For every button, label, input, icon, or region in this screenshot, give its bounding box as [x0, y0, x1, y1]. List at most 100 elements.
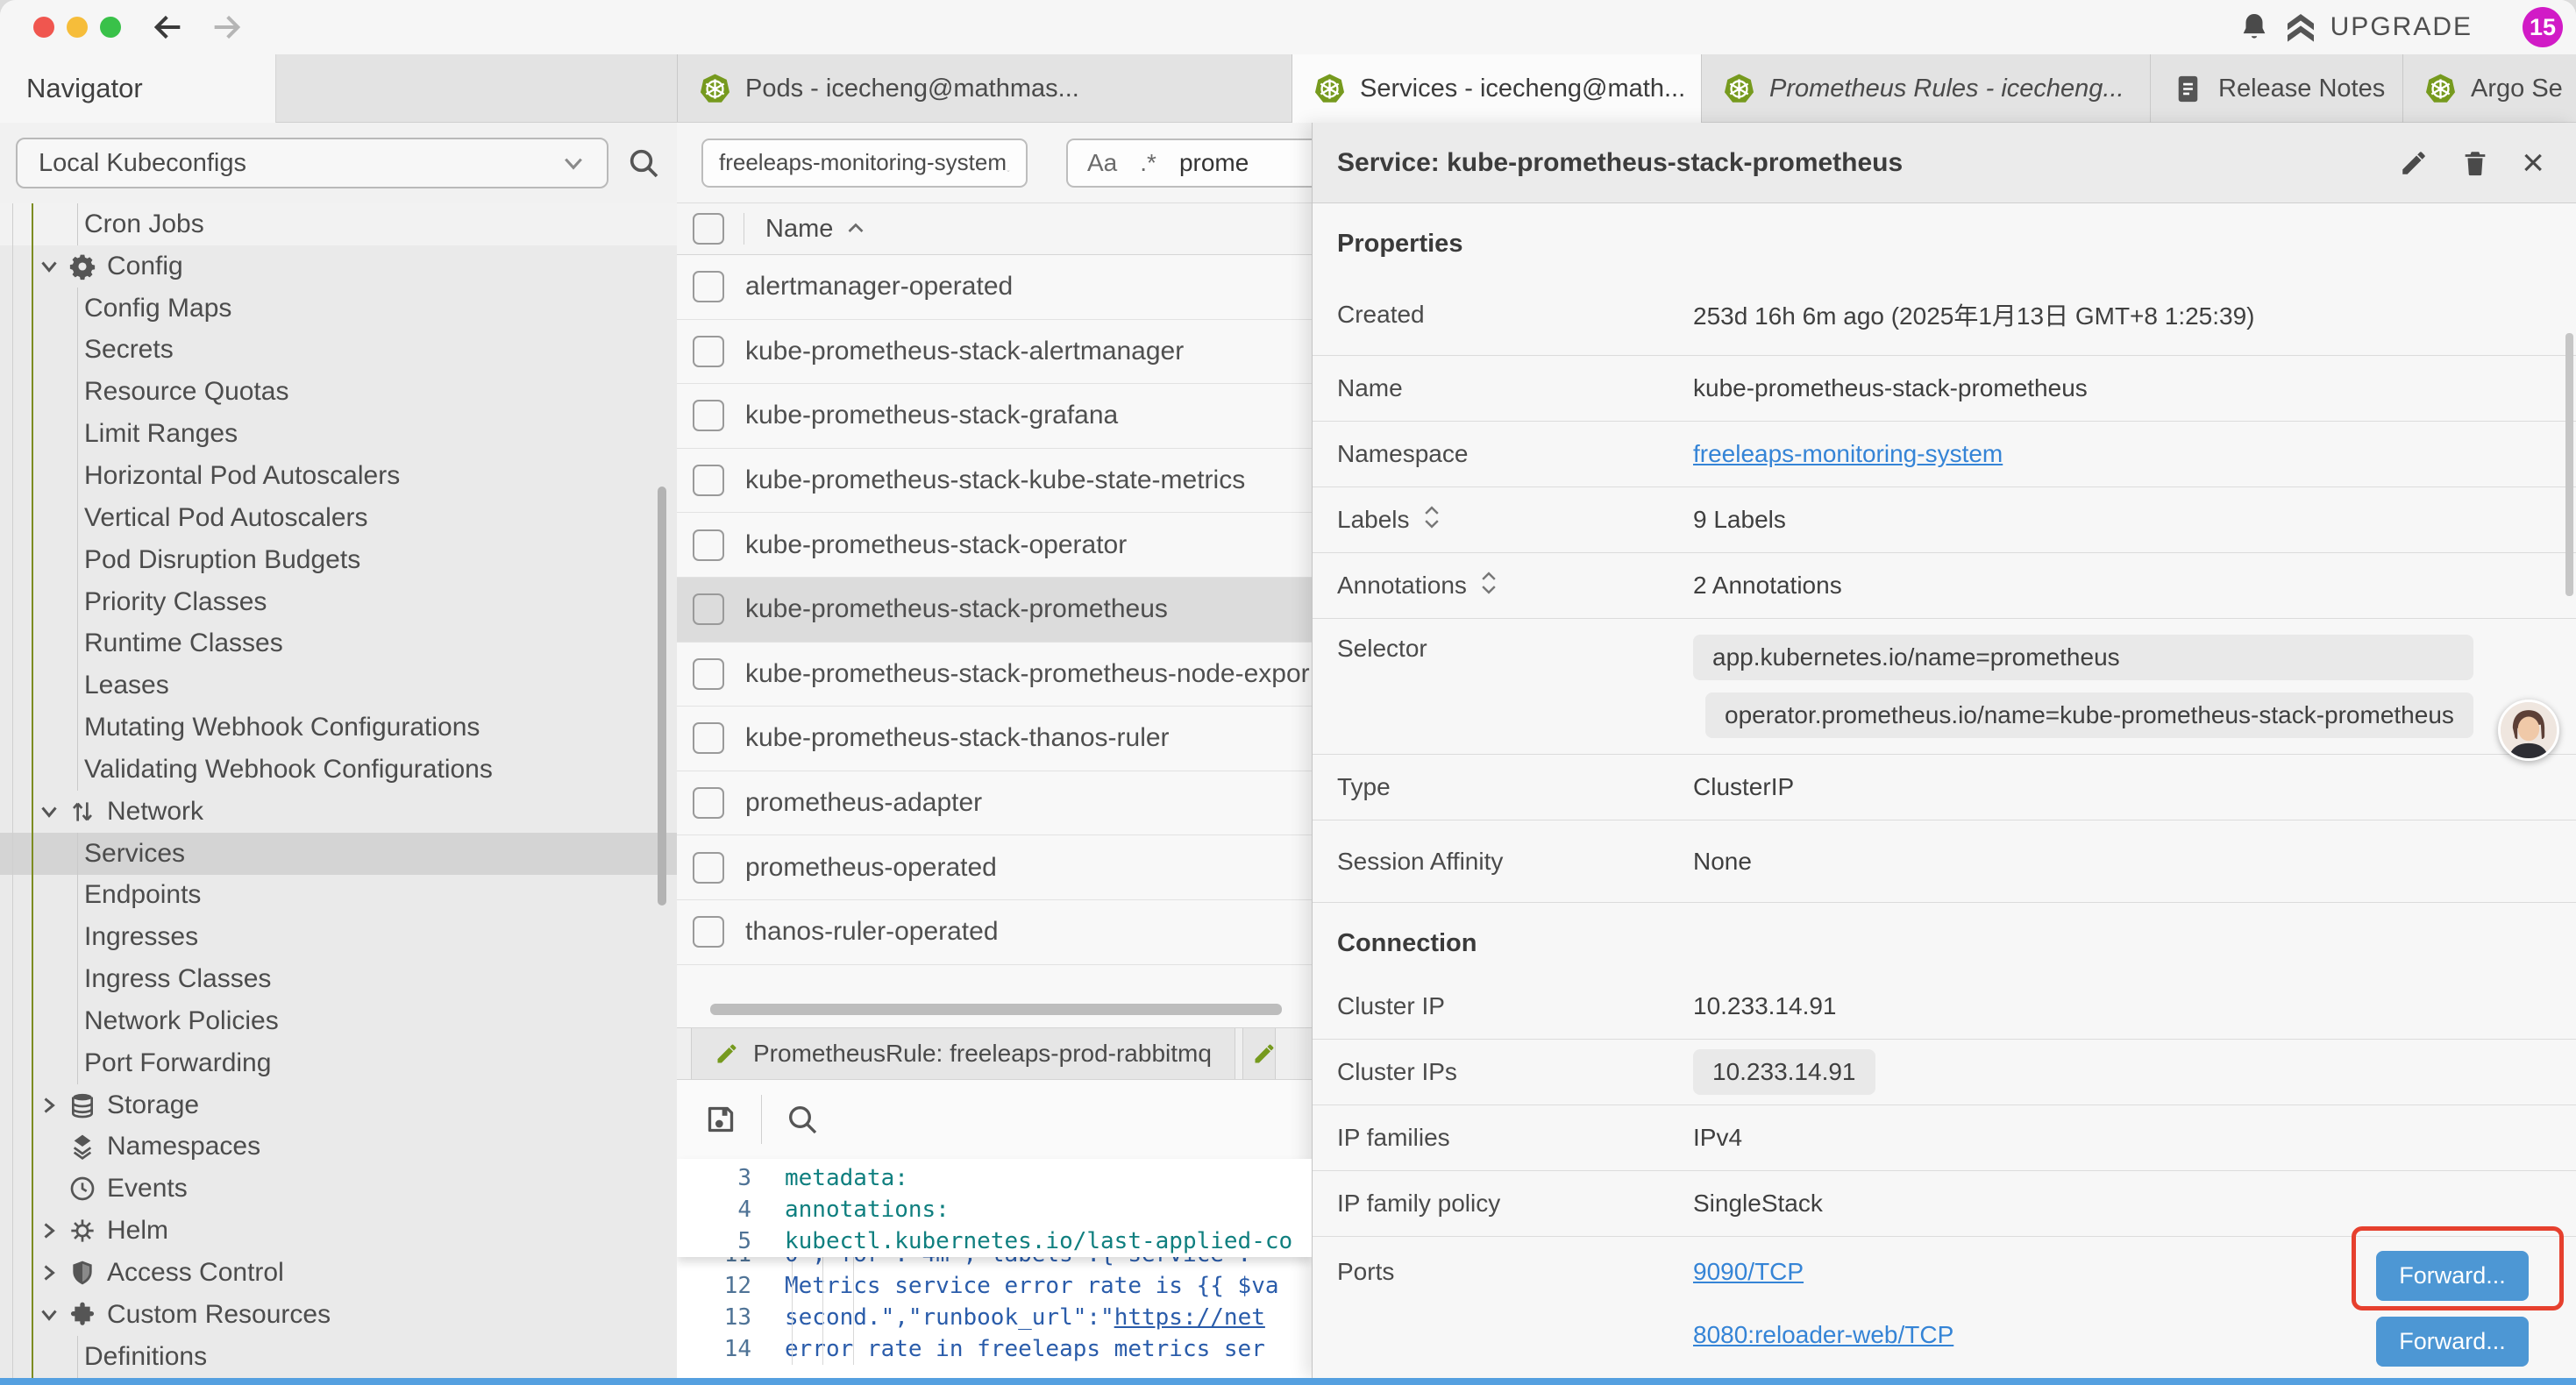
horizontal-scrollbar[interactable]	[710, 1004, 1282, 1015]
sidebar-item-leases[interactable]: Leases	[0, 664, 677, 707]
row-checkbox[interactable]	[693, 916, 724, 948]
notifications-bell-icon[interactable]	[2238, 11, 2271, 44]
row-checkbox[interactable]	[693, 787, 724, 819]
service-name: alertmanager-operated	[745, 272, 1013, 302]
tab-argo-se[interactable]: Argo Se	[2403, 54, 2576, 123]
close-icon[interactable]: ×	[2522, 144, 2544, 182]
sidebar-item-port-forwarding[interactable]: Port Forwarding	[0, 1042, 677, 1084]
sidebar-item-services[interactable]: Services	[0, 833, 677, 875]
chevron-down-icon[interactable]	[39, 799, 68, 825]
table-row-kube-prometheus-stack-prometheus-node-expor[interactable]: kube-prometheus-stack-prometheus-node-ex…	[677, 643, 1312, 707]
sidebar-item-pod-disruption-budgets[interactable]: Pod Disruption Budgets	[0, 539, 677, 581]
column-header-name[interactable]: Name	[765, 215, 866, 244]
sidebar-item-label: Resource Quotas	[84, 377, 288, 407]
table-row-kube-prometheus-stack-kube-state-metrics[interactable]: kube-prometheus-stack-kube-state-metrics	[677, 449, 1312, 514]
sidebar-item-ingresses[interactable]: Ingresses	[0, 916, 677, 958]
avatar[interactable]	[2498, 700, 2559, 761]
delete-trash-icon[interactable]	[2460, 148, 2490, 178]
forward-button-8080-reloader-web-tcp[interactable]: Forward...	[2376, 1317, 2529, 1367]
table-row-thanos-ruler-operated[interactable]: thanos-ruler-operated	[677, 900, 1312, 965]
forward-icon[interactable]	[209, 10, 244, 45]
traffic-light-minimize[interactable]	[67, 17, 88, 38]
sidebar-item-endpoints[interactable]: Endpoints	[0, 875, 677, 917]
sidebar-item-definitions[interactable]: Definitions	[0, 1336, 677, 1378]
row-checkbox[interactable]	[693, 852, 724, 884]
drawer-scrollbar[interactable]	[2565, 333, 2573, 596]
sidebar-item-validating-webhook-configurations[interactable]: Validating Webhook Configurations	[0, 749, 677, 791]
row-checkbox[interactable]	[693, 593, 724, 625]
save-icon[interactable]	[703, 1102, 738, 1137]
sidebar-item-ingress-classes[interactable]: Ingress Classes	[0, 958, 677, 1000]
port-link-9090-tcp[interactable]: 9090/TCP	[1693, 1258, 1953, 1286]
table-row-alertmanager-operated[interactable]: alertmanager-operated	[677, 255, 1312, 320]
table-row-kube-prometheus-stack-alertmanager[interactable]: kube-prometheus-stack-alertmanager	[677, 320, 1312, 385]
row-checkbox[interactable]	[693, 658, 724, 690]
sidebar-item-label: Horizontal Pod Autoscalers	[84, 461, 400, 491]
chevron-right-icon[interactable]	[39, 1092, 68, 1119]
tab-services-icecheng-math[interactable]: Services - icecheng@math...×	[1292, 54, 1702, 124]
row-checkbox[interactable]	[693, 722, 724, 754]
kubeconfig-selector[interactable]: Local Kubeconfigs	[16, 138, 608, 188]
table-row-kube-prometheus-stack-grafana[interactable]: kube-prometheus-stack-grafana	[677, 384, 1312, 449]
sidebar-item-namespaces[interactable]: Namespaces	[0, 1126, 677, 1168]
match-case-toggle[interactable]: Aa	[1087, 149, 1117, 177]
sidebar-item-events[interactable]: Events	[0, 1168, 677, 1210]
sidebar-item-custom-resources[interactable]: Custom Resources	[0, 1294, 677, 1336]
tab-pods-icecheng-mathmas[interactable]: Pods - icecheng@mathmas...	[678, 54, 1292, 123]
sidebar-item-storage[interactable]: Storage	[0, 1084, 677, 1126]
sidebar-item-resource-quotas[interactable]: Resource Quotas	[0, 371, 677, 413]
row-checkbox[interactable]	[693, 271, 724, 302]
back-icon[interactable]	[151, 10, 186, 45]
notification-count-badge[interactable]: 15	[2523, 7, 2563, 47]
drawer-body: PropertiesCreated253d 16h 6m ago (2025年1…	[1313, 203, 2576, 1378]
sidebar-item-mutating-webhook-configurations[interactable]: Mutating Webhook Configurations	[0, 707, 677, 749]
sidebar-item-config[interactable]: Config	[0, 245, 677, 288]
yaml-editor[interactable]: 3metadata:4annotations:5kubectl.kubernet…	[677, 1159, 1312, 1378]
sidebar-item-vertical-pod-autoscalers[interactable]: Vertical Pod Autoscalers	[0, 497, 677, 539]
sidebar-item-helm[interactable]: Helm	[0, 1210, 677, 1252]
sidebar-item-config-maps[interactable]: Config Maps	[0, 288, 677, 330]
sidebar-item-secrets[interactable]: Secrets	[0, 330, 677, 372]
row-checkbox[interactable]	[693, 465, 724, 496]
list-search-input[interactable]: Aa .* prome	[1066, 138, 1312, 188]
sidebar-item-runtime-classes[interactable]: Runtime Classes	[0, 622, 677, 664]
port-link-8080-reloader-web-tcp[interactable]: 8080:reloader-web/TCP	[1693, 1321, 1953, 1349]
sidebar-item-cron-jobs[interactable]: Cron Jobs	[0, 203, 677, 245]
sidebar-item-priority-classes[interactable]: Priority Classes	[0, 581, 677, 623]
table-row-prometheus-adapter[interactable]: prometheus-adapter	[677, 771, 1312, 836]
editor-tab-prometheusrule[interactable]: PrometheusRule: freeleaps-prod-rabbitmq	[691, 1028, 1235, 1079]
editor-tab-partial[interactable]	[1242, 1028, 1276, 1079]
sidebar-item-limit-ranges[interactable]: Limit Ranges	[0, 413, 677, 455]
sidebar-search-icon[interactable]	[626, 146, 661, 181]
namespace-link[interactable]: freeleaps-monitoring-system	[1693, 440, 2003, 468]
regex-toggle[interactable]: .*	[1140, 149, 1156, 177]
table-row-kube-prometheus-stack-prometheus[interactable]: kube-prometheus-stack-prometheus	[677, 578, 1312, 643]
edit-pencil-icon[interactable]	[2399, 148, 2429, 178]
chevron-right-icon[interactable]	[39, 1260, 68, 1286]
select-all-checkbox[interactable]	[693, 213, 724, 245]
row-checkbox[interactable]	[693, 400, 724, 431]
sidebar-scrollbar[interactable]	[658, 487, 666, 906]
tab-prometheus-rules-icecheng[interactable]: Prometheus Rules - icecheng...	[1702, 54, 2151, 123]
tab-release-notes[interactable]: Release Notes	[2151, 54, 2403, 123]
sidebar-item-network-policies[interactable]: Network Policies	[0, 1000, 677, 1042]
sidebar-item-network[interactable]: Network	[0, 791, 677, 833]
expand-toggle-icon[interactable]	[1479, 570, 1498, 602]
row-checkbox[interactable]	[693, 336, 724, 367]
namespace-selector[interactable]: freeleaps-monitoring-system	[701, 138, 1028, 188]
chevron-down-icon[interactable]	[39, 253, 68, 280]
upgrade-button[interactable]: UPGRADE	[2283, 0, 2473, 54]
traffic-light-zoom[interactable]	[100, 17, 121, 38]
table-row-prometheus-operated[interactable]: prometheus-operated	[677, 835, 1312, 900]
sidebar-item-horizontal-pod-autoscalers[interactable]: Horizontal Pod Autoscalers	[0, 455, 677, 497]
table-row-kube-prometheus-stack-thanos-ruler[interactable]: kube-prometheus-stack-thanos-ruler	[677, 707, 1312, 771]
editor-search-icon[interactable]	[785, 1102, 820, 1137]
chevron-down-icon[interactable]	[39, 1302, 68, 1328]
tab-navigator[interactable]: Navigator	[0, 54, 276, 123]
row-checkbox[interactable]	[693, 529, 724, 561]
sidebar-item-access-control[interactable]: Access Control	[0, 1252, 677, 1294]
table-row-kube-prometheus-stack-operator[interactable]: kube-prometheus-stack-operator	[677, 513, 1312, 578]
traffic-light-close[interactable]	[33, 17, 54, 38]
expand-toggle-icon[interactable]	[1422, 504, 1441, 536]
chevron-right-icon[interactable]	[39, 1218, 68, 1244]
